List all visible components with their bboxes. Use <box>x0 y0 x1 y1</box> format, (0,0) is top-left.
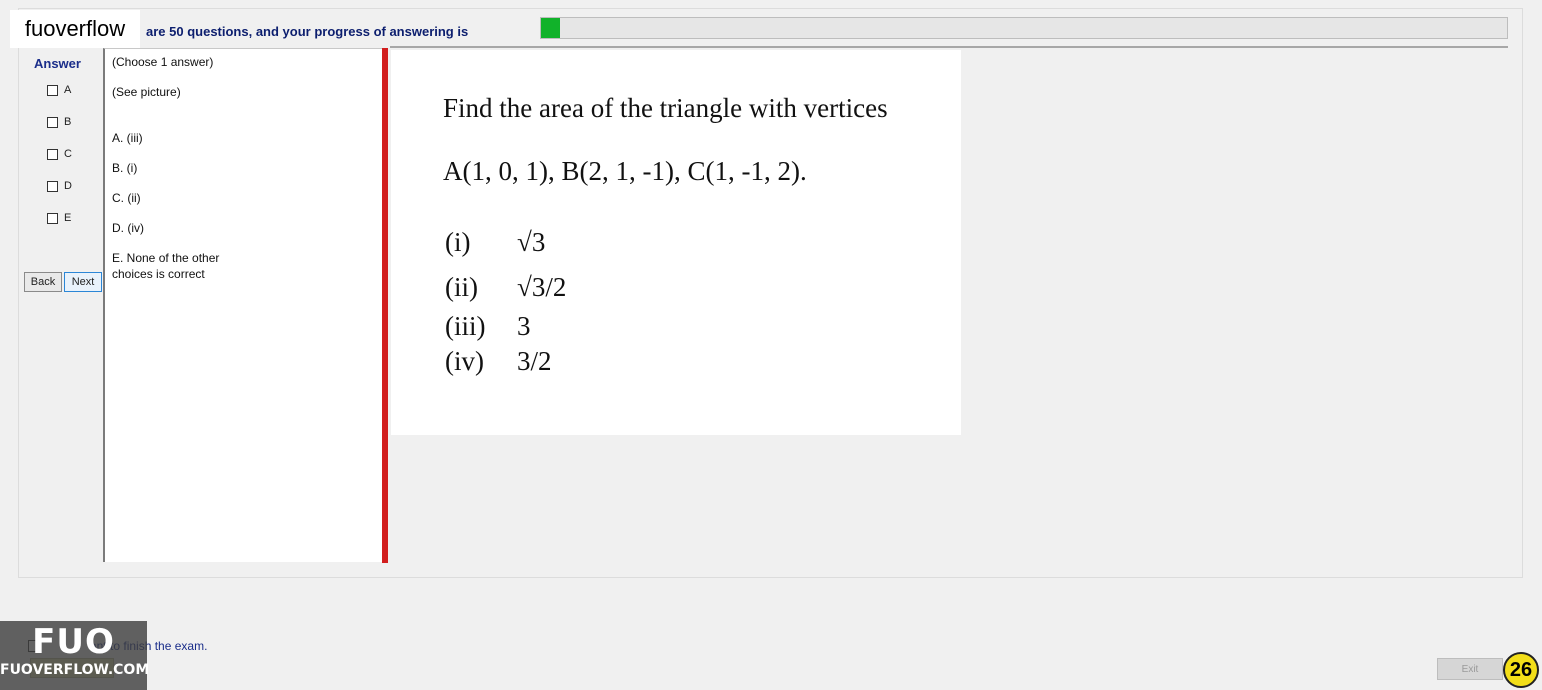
question-option-label: (i) <box>445 227 471 257</box>
exit-button[interactable]: Exit <box>1437 658 1503 680</box>
option-label-a: A <box>64 84 72 96</box>
question-option-i: (i) √3 <box>445 227 545 258</box>
question-option-ii: (ii) √3/2 <box>445 272 566 303</box>
question-line-2: A(1, 0, 1), B(2, 1, -1), C(1, -1, 2). <box>443 156 807 186</box>
checkbox-e[interactable] <box>47 212 58 224</box>
watermark-logo: FUO FUOVERFLOW.COM <box>0 621 150 690</box>
question-option-label: (ii) <box>445 272 478 302</box>
progress-label: are 50 questions, and your progress of a… <box>146 24 469 39</box>
checkbox-d[interactable] <box>47 180 58 192</box>
checkbox-b[interactable] <box>47 116 58 128</box>
option-label-e: E <box>64 212 72 224</box>
brand-label: fuoverflow <box>10 10 140 48</box>
answer-option-c[interactable]: C <box>47 148 72 160</box>
next-button[interactable]: Next <box>64 272 102 292</box>
answer-option-d[interactable]: D <box>47 180 72 192</box>
checkbox-a[interactable] <box>47 84 58 96</box>
question-text-panel: (Choose 1 answer) (See picture) A. (iii)… <box>103 48 384 562</box>
choice-e-text-1: E. None of the other <box>112 251 220 265</box>
logo-subtext: FUOVERFLOW.COM <box>0 662 150 678</box>
checkbox-c[interactable] <box>47 148 58 160</box>
question-option-value: 3/2 <box>517 346 552 376</box>
question-option-iv: (iv) 3/2 <box>445 346 552 377</box>
question-option-value: √3 <box>517 227 546 257</box>
logo-text: FUO <box>32 622 115 662</box>
progress-fill <box>541 18 561 38</box>
page-number-badge: 26 <box>1503 652 1539 688</box>
instruction-text: (Choose 1 answer) <box>112 55 214 69</box>
question-option-iii: (iii) 3 <box>445 311 531 342</box>
progress-bar <box>540 17 1508 39</box>
see-picture-text: (See picture) <box>112 85 181 99</box>
question-image: Find the area of the triangle with verti… <box>391 50 961 435</box>
option-label-c: C <box>64 148 72 160</box>
divider <box>390 46 1508 48</box>
question-option-label: (iv) <box>445 346 484 376</box>
answer-option-b[interactable]: B <box>47 116 71 128</box>
back-button[interactable]: Back <box>24 272 62 292</box>
option-label-b: B <box>64 116 72 128</box>
question-option-value: 3 <box>517 311 531 341</box>
option-label-d: D <box>64 180 72 192</box>
choice-b-text: B. (i) <box>112 161 138 175</box>
question-line-1: Find the area of the triangle with verti… <box>443 93 888 123</box>
choice-a-text: A. (iii) <box>112 131 143 145</box>
choice-e-text-2: choices is correct <box>112 267 205 281</box>
question-option-label: (iii) <box>445 311 486 341</box>
answer-option-a[interactable]: A <box>47 84 71 96</box>
question-option-value: √3/2 <box>517 272 567 302</box>
answer-option-e[interactable]: E <box>47 212 71 224</box>
splitter-handle[interactable] <box>382 48 388 563</box>
choice-c-text: C. (ii) <box>112 191 141 205</box>
choice-d-text: D. (iv) <box>112 221 144 235</box>
answer-title: Answer <box>34 56 81 71</box>
answer-panel: Answer A B C D E Back Next <box>24 52 104 562</box>
